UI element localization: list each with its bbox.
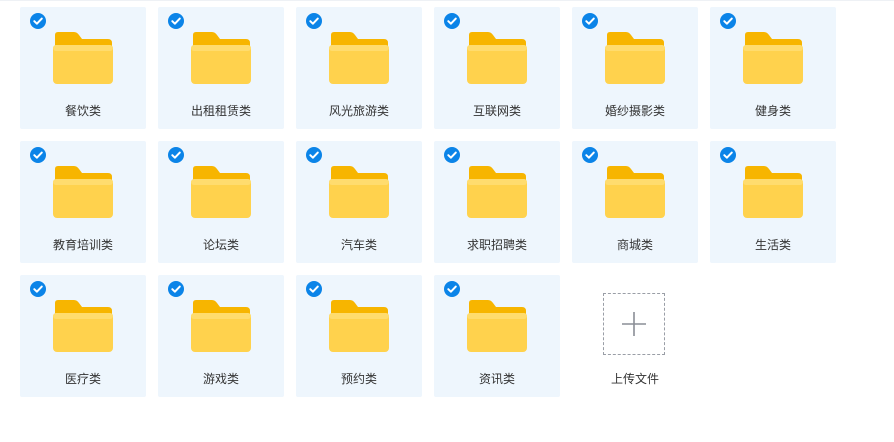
upload-file-button[interactable]: 上传文件 — [572, 275, 698, 397]
folder-label: 出租租赁类 — [190, 104, 251, 118]
folder-item[interactable]: 健身类 — [710, 7, 836, 129]
check-circle-icon[interactable] — [30, 281, 46, 297]
file-grid: 餐饮类 出租租赁类 风光旅游类 互联网类 婚纱摄影类 健身类 教育培训类 论坛类 — [20, 7, 836, 397]
folder-label: 游戏类 — [202, 372, 239, 386]
folder-icon — [329, 32, 389, 84]
folder-label: 教育培训类 — [52, 238, 113, 252]
check-circle-icon[interactable] — [306, 281, 322, 297]
folder-item[interactable]: 预约类 — [296, 275, 422, 397]
folder-label: 论坛类 — [202, 238, 239, 252]
folder-item[interactable]: 求职招聘类 — [434, 141, 560, 263]
check-circle-icon[interactable] — [582, 147, 598, 163]
upload-label: 上传文件 — [610, 372, 659, 386]
folder-item[interactable]: 教育培训类 — [20, 141, 146, 263]
check-circle-icon[interactable] — [30, 13, 46, 29]
folder-item[interactable]: 游戏类 — [158, 275, 284, 397]
folder-label: 健身类 — [754, 104, 791, 118]
folder-icon — [467, 300, 527, 352]
folder-item[interactable]: 餐饮类 — [20, 7, 146, 129]
folder-item[interactable]: 生活类 — [710, 141, 836, 263]
check-circle-icon[interactable] — [444, 281, 460, 297]
check-circle-icon[interactable] — [720, 13, 736, 29]
check-circle-icon[interactable] — [720, 147, 736, 163]
check-circle-icon[interactable] — [582, 13, 598, 29]
folder-icon — [191, 300, 251, 352]
plus-icon — [622, 312, 646, 336]
check-circle-icon[interactable] — [168, 13, 184, 29]
folder-icon — [467, 166, 527, 218]
folder-item[interactable]: 互联网类 — [434, 7, 560, 129]
folder-item[interactable]: 论坛类 — [158, 141, 284, 263]
upload-dropzone[interactable] — [603, 293, 665, 355]
folder-icon — [467, 32, 527, 84]
folder-label: 餐饮类 — [64, 104, 101, 118]
folder-label: 汽车类 — [340, 238, 377, 252]
folder-label: 互联网类 — [472, 104, 521, 118]
folder-icon — [191, 32, 251, 84]
folder-item[interactable]: 医疗类 — [20, 275, 146, 397]
folder-label: 商城类 — [616, 238, 653, 252]
top-divider — [0, 0, 894, 1]
folder-item[interactable]: 商城类 — [572, 141, 698, 263]
folder-label: 医疗类 — [64, 372, 101, 386]
folder-label: 资讯类 — [478, 372, 515, 386]
folder-label: 婚纱摄影类 — [604, 104, 665, 118]
folder-icon — [53, 300, 113, 352]
folder-icon — [191, 166, 251, 218]
check-circle-icon[interactable] — [168, 281, 184, 297]
folder-item[interactable]: 婚纱摄影类 — [572, 7, 698, 129]
folder-icon — [329, 166, 389, 218]
folder-label: 预约类 — [340, 372, 377, 386]
folder-icon — [53, 166, 113, 218]
folder-icon — [743, 166, 803, 218]
folder-icon — [743, 32, 803, 84]
folder-label: 求职招聘类 — [466, 238, 527, 252]
check-circle-icon[interactable] — [444, 147, 460, 163]
folder-item[interactable]: 资讯类 — [434, 275, 560, 397]
folder-icon — [53, 32, 113, 84]
folder-item[interactable]: 风光旅游类 — [296, 7, 422, 129]
folder-icon — [605, 32, 665, 84]
check-circle-icon[interactable] — [306, 13, 322, 29]
folder-icon — [605, 166, 665, 218]
check-circle-icon[interactable] — [30, 147, 46, 163]
folder-item[interactable]: 出租租赁类 — [158, 7, 284, 129]
folder-item[interactable]: 汽车类 — [296, 141, 422, 263]
folder-icon — [329, 300, 389, 352]
check-circle-icon[interactable] — [306, 147, 322, 163]
check-circle-icon[interactable] — [444, 13, 460, 29]
folder-label: 生活类 — [754, 238, 791, 252]
check-circle-icon[interactable] — [168, 147, 184, 163]
folder-label: 风光旅游类 — [328, 104, 389, 118]
